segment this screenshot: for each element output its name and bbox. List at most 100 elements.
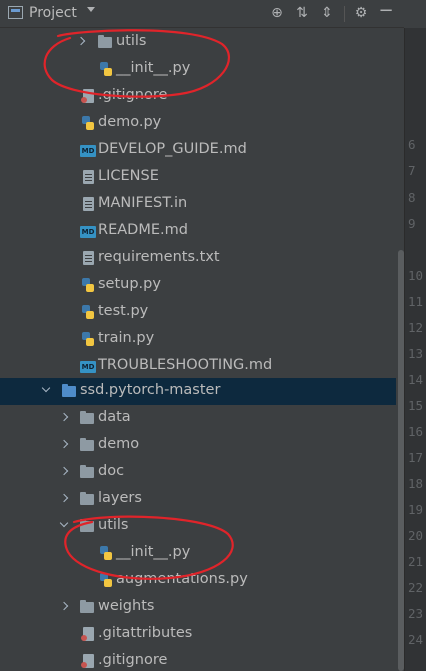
tree-row-label: demo xyxy=(98,436,140,452)
project-tree: utils __init__.py .gitignore demo.py MD … xyxy=(0,28,396,671)
chevron-right-icon[interactable] xyxy=(59,601,69,611)
project-title[interactable]: Project xyxy=(29,5,77,21)
chevron-right-icon[interactable] xyxy=(76,36,86,46)
tree-row-label: requirements.txt xyxy=(98,249,220,265)
module-folder-icon xyxy=(62,384,76,397)
tree-row[interactable]: doc xyxy=(0,459,396,486)
tree-row-label: LICENSE xyxy=(98,168,159,184)
line-number: 11 xyxy=(408,294,424,309)
text-file-icon xyxy=(83,170,94,184)
tree-row-label: test.py xyxy=(98,303,149,319)
tree-row-label: __init__.py xyxy=(116,544,191,560)
editor-tab-strip xyxy=(404,0,426,28)
python-file-icon xyxy=(100,62,112,76)
markdown-file-icon: MD xyxy=(80,145,96,157)
tree-row[interactable]: LICENSE xyxy=(0,164,396,191)
tree-row-label: README.md xyxy=(98,222,188,238)
tree-row[interactable]: __init__.py xyxy=(0,540,396,567)
tree-row-label: .gitattributes xyxy=(98,625,193,641)
python-file-icon xyxy=(100,546,112,560)
tree-row-label: .gitignore xyxy=(98,87,168,103)
tree-row-selected[interactable]: ssd.pytorch-master xyxy=(0,378,396,405)
locate-icon[interactable]: ⊕ xyxy=(268,4,286,22)
toolbar-separator xyxy=(344,6,345,22)
tree-row[interactable]: .gitignore xyxy=(0,83,396,110)
tree-row-label: augmentations.py xyxy=(116,571,248,587)
text-file-icon xyxy=(83,197,94,211)
tree-row-label: demo.py xyxy=(98,114,162,130)
folder-icon xyxy=(80,411,94,424)
tree-row[interactable]: setup.py xyxy=(0,272,396,299)
tree-row[interactable]: MD DEVELOP_GUIDE.md xyxy=(0,137,396,164)
chevron-right-icon[interactable] xyxy=(59,412,69,422)
chevron-down-icon[interactable] xyxy=(87,7,95,12)
tree-row-label: weights xyxy=(98,598,155,614)
chevron-right-icon[interactable] xyxy=(59,439,69,449)
tree-row-label: layers xyxy=(98,490,142,506)
chevron-down-icon[interactable] xyxy=(59,518,69,528)
tree-row[interactable]: MANIFEST.in xyxy=(0,191,396,218)
line-number: 24 xyxy=(408,632,424,647)
line-number: 17 xyxy=(408,450,424,465)
gitignore-file-icon xyxy=(81,654,94,668)
tree-row[interactable]: augmentations.py xyxy=(0,567,396,594)
line-number: 14 xyxy=(408,372,424,387)
python-file-icon xyxy=(100,573,112,587)
chevron-right-icon[interactable] xyxy=(59,466,69,476)
tree-row[interactable]: test.py xyxy=(0,299,396,326)
hide-icon[interactable]: − xyxy=(377,2,395,20)
tree-row[interactable]: requirements.txt xyxy=(0,245,396,272)
tree-row[interactable]: MD TROUBLESHOOTING.md xyxy=(0,353,396,380)
line-number: 9 xyxy=(408,216,416,231)
markdown-file-icon: MD xyxy=(80,226,96,238)
line-number: 16 xyxy=(408,424,424,439)
tree-row-label: DEVELOP_GUIDE.md xyxy=(98,141,247,157)
tree-row[interactable]: layers xyxy=(0,486,396,513)
tree-row[interactable]: utils xyxy=(0,29,396,56)
tree-row-label: __init__.py xyxy=(116,60,191,76)
chevron-right-icon[interactable] xyxy=(59,493,69,503)
folder-icon xyxy=(80,600,94,613)
folder-icon xyxy=(80,492,94,505)
folder-icon xyxy=(80,465,94,478)
collapse-all-icon[interactable]: ⇕ xyxy=(318,4,336,22)
folder-icon xyxy=(80,519,94,532)
tree-row[interactable]: weights xyxy=(0,594,396,621)
tree-row[interactable]: data xyxy=(0,405,396,432)
tree-row-label: utils xyxy=(116,33,147,49)
line-number: 15 xyxy=(408,398,424,413)
tree-row[interactable]: .gitattributes xyxy=(0,621,396,648)
python-file-icon xyxy=(82,332,94,346)
tree-row[interactable]: __init__.py xyxy=(0,56,396,83)
gitignore-file-icon xyxy=(81,89,94,103)
tree-row[interactable]: utils xyxy=(0,513,396,540)
expand-all-icon[interactable]: ⇅ xyxy=(293,4,311,22)
tree-row[interactable]: MD README.md xyxy=(0,218,396,245)
markdown-file-icon: MD xyxy=(80,361,96,373)
tree-row-label: setup.py xyxy=(98,276,161,292)
tree-row-label: train.py xyxy=(98,330,155,346)
tree-row[interactable]: .gitignore xyxy=(0,648,396,671)
line-number: 19 xyxy=(408,502,424,517)
tree-row[interactable]: demo.py xyxy=(0,110,396,137)
line-number: 8 xyxy=(408,190,416,205)
editor-gutter xyxy=(404,0,426,671)
chevron-down-icon[interactable] xyxy=(41,383,51,393)
line-number: 10 xyxy=(408,268,424,283)
line-number: 13 xyxy=(408,346,424,361)
settings-icon[interactable]: ⚙ xyxy=(352,4,370,22)
line-number: 6 xyxy=(408,137,416,152)
tree-row[interactable]: demo xyxy=(0,432,396,459)
tree-row[interactable]: train.py xyxy=(0,326,396,353)
tree-row-label: data xyxy=(98,409,131,425)
project-view-icon xyxy=(8,6,23,19)
line-number: 18 xyxy=(408,476,424,491)
tree-row-label: TROUBLESHOOTING.md xyxy=(98,357,273,373)
line-number: 21 xyxy=(408,554,424,569)
tree-row-label: MANIFEST.in xyxy=(98,195,188,211)
line-number: 12 xyxy=(408,320,424,335)
tree-row-label: utils xyxy=(98,517,129,533)
tree-row-label: ssd.pytorch-master xyxy=(80,382,221,398)
line-number: 23 xyxy=(408,606,424,621)
gitattributes-file-icon xyxy=(81,627,94,641)
